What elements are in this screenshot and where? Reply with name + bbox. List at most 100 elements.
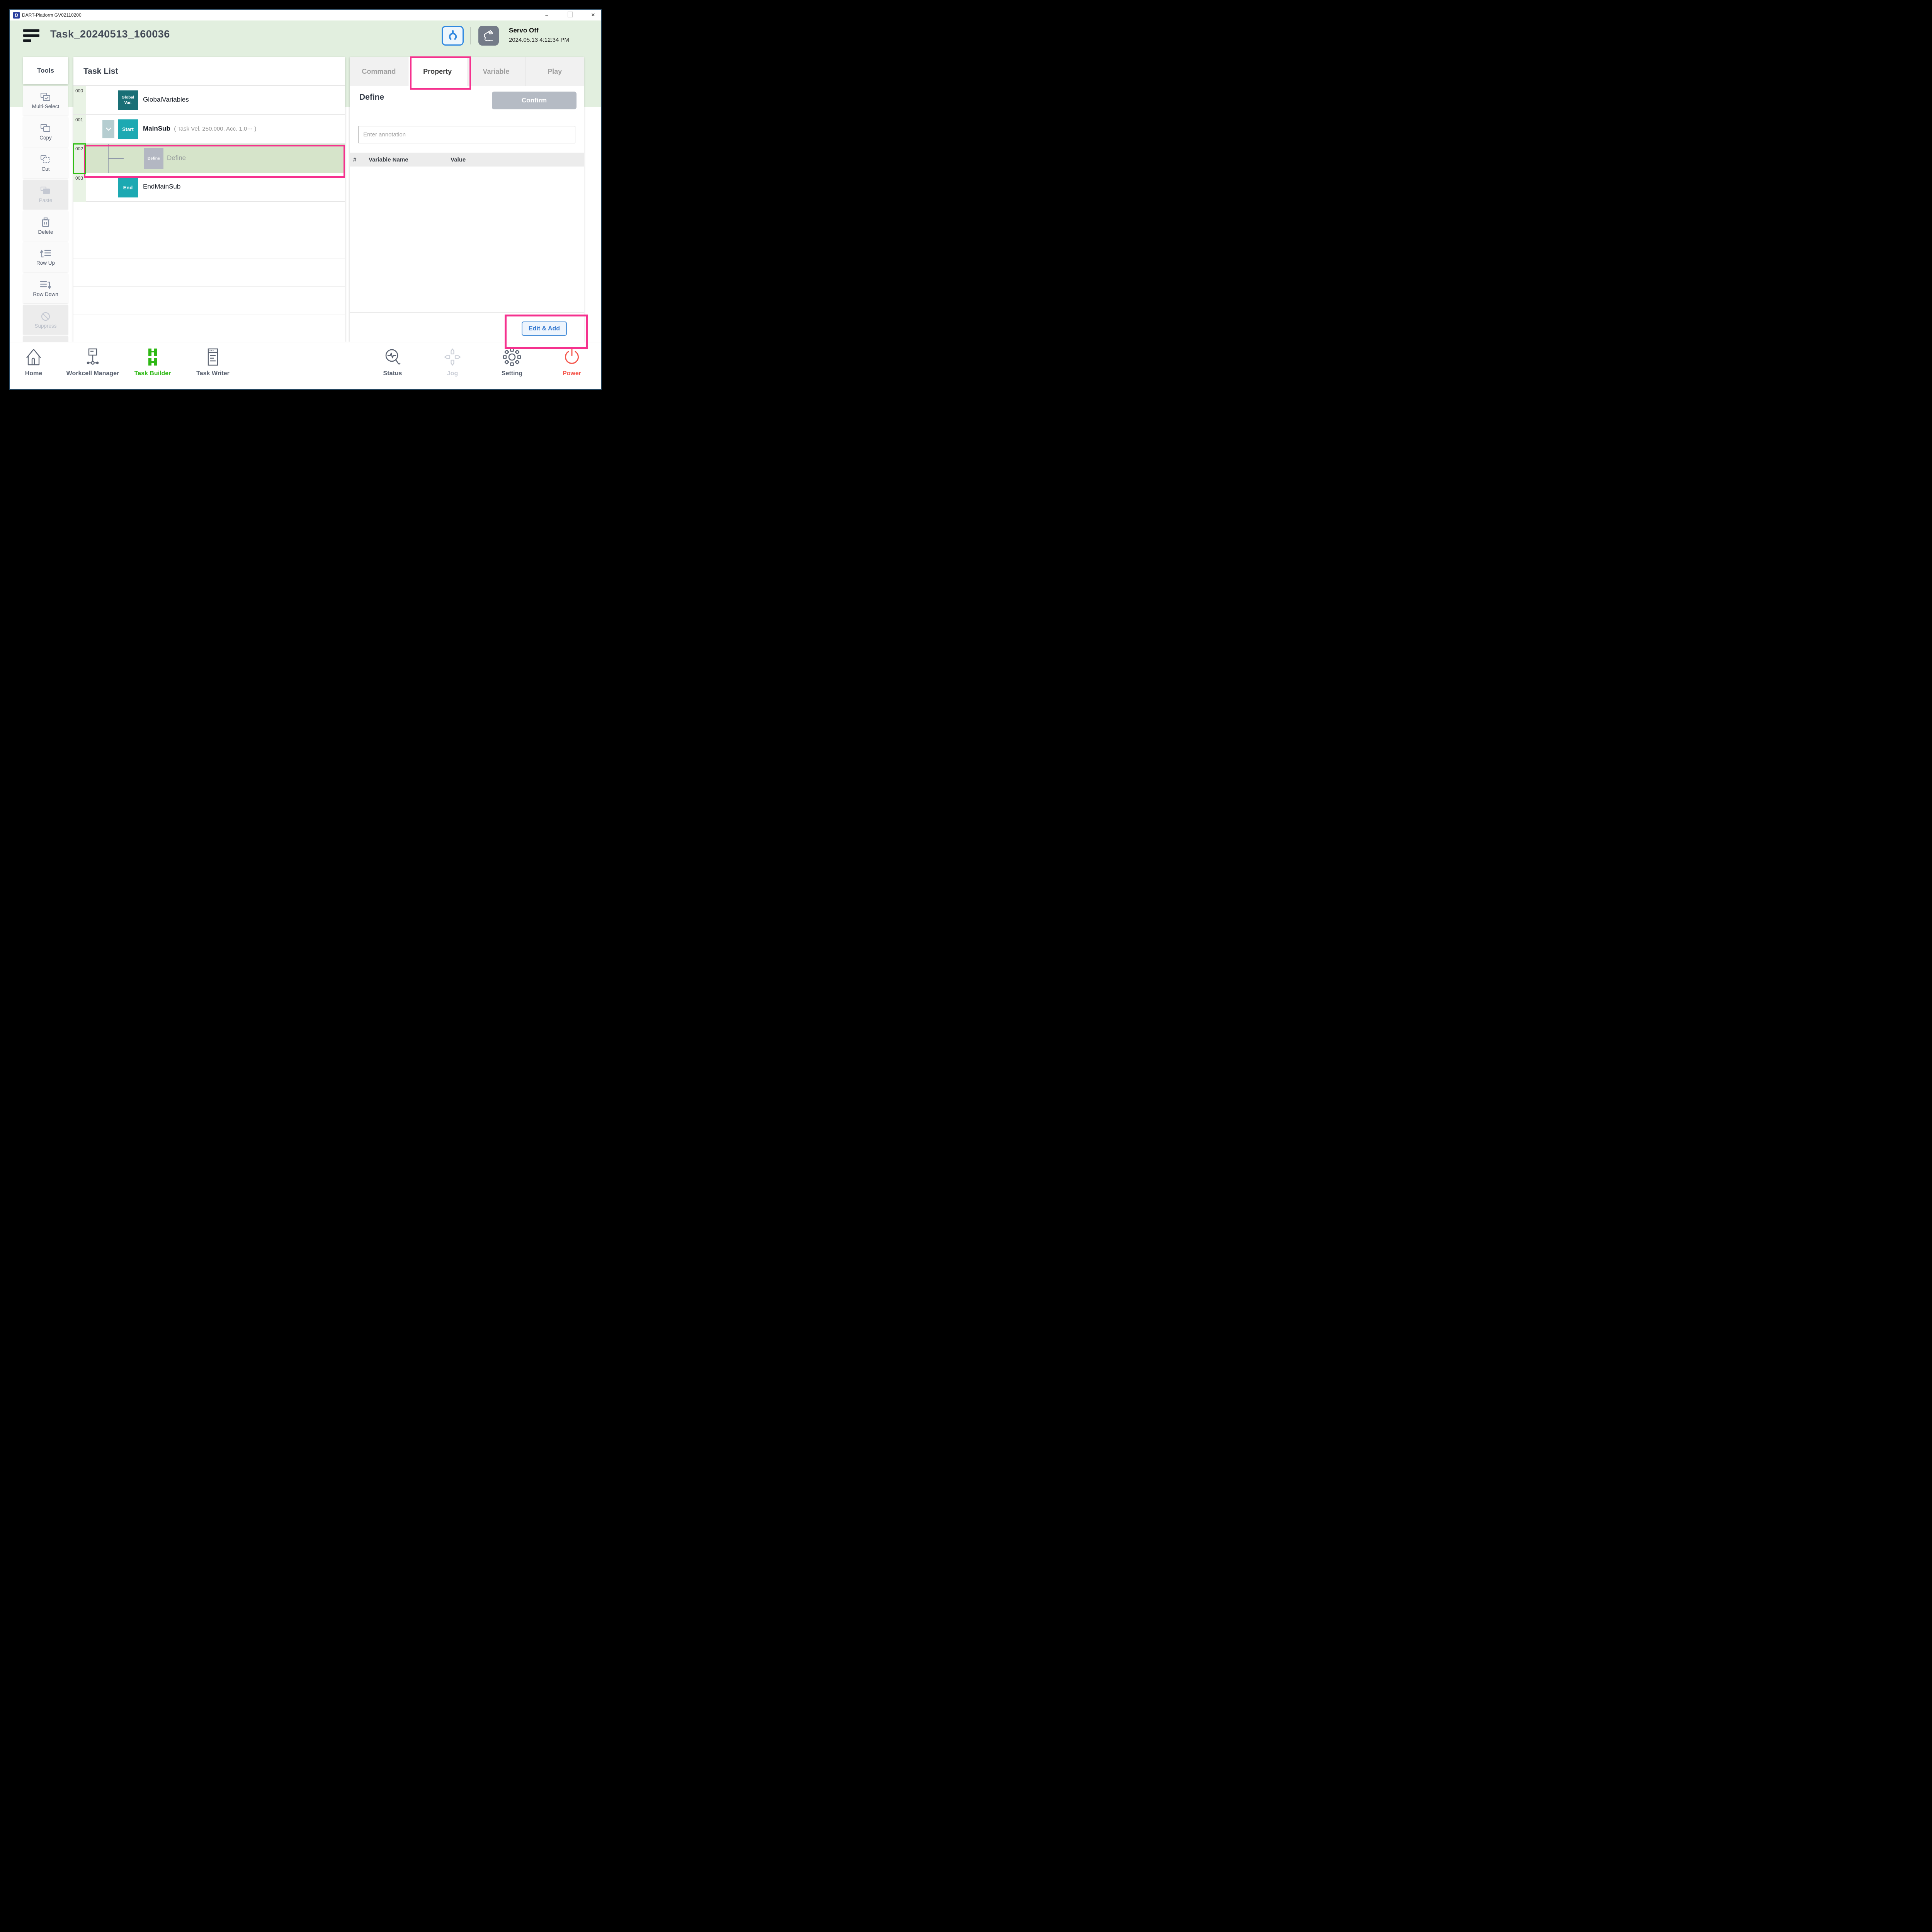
tools-panel-title: Tools <box>23 57 68 84</box>
nav-label: Task Builder <box>134 370 171 377</box>
gear-icon <box>503 348 521 366</box>
tab-variable[interactable]: Variable <box>467 57 526 86</box>
confirm-button[interactable]: Confirm <box>492 92 577 109</box>
nav-label: Jog <box>447 370 458 377</box>
divider <box>350 312 584 313</box>
global-var-badge: GlobalVar. <box>118 90 138 110</box>
edit-and-add-button[interactable]: Edit & Add <box>522 321 567 336</box>
nav-label: Status <box>383 370 402 377</box>
nav-task-writer[interactable]: Task Writer <box>184 348 242 377</box>
annotation-input[interactable] <box>358 126 575 143</box>
header-divider <box>470 27 471 44</box>
tool-row-down[interactable]: Row Down <box>23 274 68 303</box>
hand-guide-button[interactable] <box>478 26 499 46</box>
maximize-button[interactable] <box>566 12 574 19</box>
status-icon <box>384 348 401 366</box>
nav-label: Home <box>25 370 42 377</box>
tab-play[interactable]: Play <box>525 57 584 86</box>
property-panel: Command Property Variable Play Define Co… <box>350 57 584 342</box>
task-row-label: Define <box>167 154 186 162</box>
define-badge: Define <box>144 148 163 169</box>
nav-setting[interactable]: Setting <box>483 348 541 377</box>
task-list-header: Task List <box>73 57 345 86</box>
col-value: Value <box>451 156 466 163</box>
row-down-icon <box>39 280 52 290</box>
row-number: 001 <box>75 117 83 122</box>
task-row-global-variables[interactable]: GlobalVar. GlobalVariables <box>86 86 345 115</box>
tool-partial-tile <box>23 336 68 342</box>
close-button[interactable]: ✕ <box>589 12 597 18</box>
servo-status: Servo Off <box>509 27 539 34</box>
minimize-button[interactable]: – <box>543 12 551 18</box>
nav-home[interactable]: Home <box>9 348 63 377</box>
tab-property[interactable]: Property <box>408 57 467 86</box>
nav-label: Setting <box>502 370 522 377</box>
task-writer-icon <box>204 348 222 366</box>
jog-icon <box>444 348 461 366</box>
tool-label: Copy <box>39 135 52 141</box>
maximize-icon <box>568 12 573 17</box>
tool-copy[interactable]: Copy <box>23 117 68 147</box>
task-row-label: GlobalVariables <box>143 96 189 104</box>
multi-select-icon <box>40 92 51 102</box>
start-badge: Start <box>118 119 138 139</box>
tool-label: Cut <box>41 166 49 172</box>
nav-workcell-manager[interactable]: Workcell Manager <box>64 348 122 377</box>
row-number-gutter: 000 001 002 003 <box>73 86 86 202</box>
nav-label: Workcell Manager <box>66 370 119 377</box>
tool-delete[interactable]: Delete <box>23 211 68 241</box>
copy-icon <box>40 124 51 134</box>
task-row-mainsub[interactable]: Start MainSub ( Task Vel. 250.000, Acc. … <box>86 115 345 144</box>
variable-table-header: # Variable Name Value <box>350 153 584 167</box>
task-builder-icon <box>144 348 162 366</box>
task-row-details: ( Task Vel. 250.000, Acc. 1,0⋯ ) <box>174 126 256 132</box>
workcell-manager-icon <box>84 348 102 366</box>
task-list-panel: Task List 000 001 002 003 GlobalVar. Glo… <box>73 57 345 342</box>
row-number: 003 <box>75 175 83 181</box>
tool-multi-select[interactable]: Multi-Select <box>23 86 68 116</box>
menu-button[interactable] <box>23 29 39 42</box>
page-title: Task_20240513_160036 <box>50 28 170 40</box>
expand-collapse-button[interactable] <box>102 120 114 138</box>
bottom-nav: Home Workcell Manager <box>10 342 601 389</box>
paste-icon <box>40 186 51 196</box>
power-icon <box>563 348 581 366</box>
tool-label: Multi-Select <box>32 104 60 109</box>
task-list-title: Task List <box>83 67 118 76</box>
col-variable-name: Variable Name <box>369 156 451 163</box>
nav-jog: Jog <box>423 348 481 377</box>
app-logo-icon: D <box>13 12 20 19</box>
nav-task-builder[interactable]: Task Builder <box>124 348 182 377</box>
suppress-icon <box>40 311 51 322</box>
tree-line-horizontal <box>108 158 124 159</box>
tool-paste: Paste <box>23 180 68 209</box>
tool-label: Paste <box>39 197 53 203</box>
task-row-endmainsub[interactable]: End EndMainSub <box>86 173 345 202</box>
nav-status[interactable]: Status <box>364 348 422 377</box>
row-number: 000 <box>75 88 83 94</box>
tool-label: Row Down <box>33 291 58 297</box>
tab-command[interactable]: Command <box>350 57 408 86</box>
chevron-down-icon <box>105 127 112 131</box>
home-icon <box>25 348 43 366</box>
cut-icon <box>40 155 51 165</box>
robot-gripper-button[interactable] <box>442 26 464 46</box>
window-title: DART-Platform GV02110200 <box>22 12 82 18</box>
gripper-icon <box>446 29 459 43</box>
nav-label: Power <box>563 370 581 377</box>
tool-cut[interactable]: Cut <box>23 148 68 178</box>
task-row-label: MainSub ( Task Vel. 250.000, Acc. 1,0⋯ ) <box>143 125 256 133</box>
tool-label: Suppress <box>34 323 56 329</box>
nav-power[interactable]: Power <box>543 348 601 377</box>
right-panel-tabs: Command Property Variable Play <box>350 57 584 86</box>
row-number: 002 <box>75 146 83 151</box>
tool-label: Row Up <box>36 260 55 266</box>
task-row-label: EndMainSub <box>143 183 180 190</box>
servo-datetime: 2024.05.13 4:12:34 PM <box>509 37 569 43</box>
hand-icon <box>482 29 495 43</box>
section-title: Define <box>359 93 384 102</box>
tool-row-up[interactable]: Row Up <box>23 242 68 272</box>
task-row-define-selected[interactable]: Define Define <box>86 144 345 173</box>
trash-icon <box>40 217 51 228</box>
titlebar: D DART-Platform GV02110200 – ✕ <box>10 10 601 20</box>
